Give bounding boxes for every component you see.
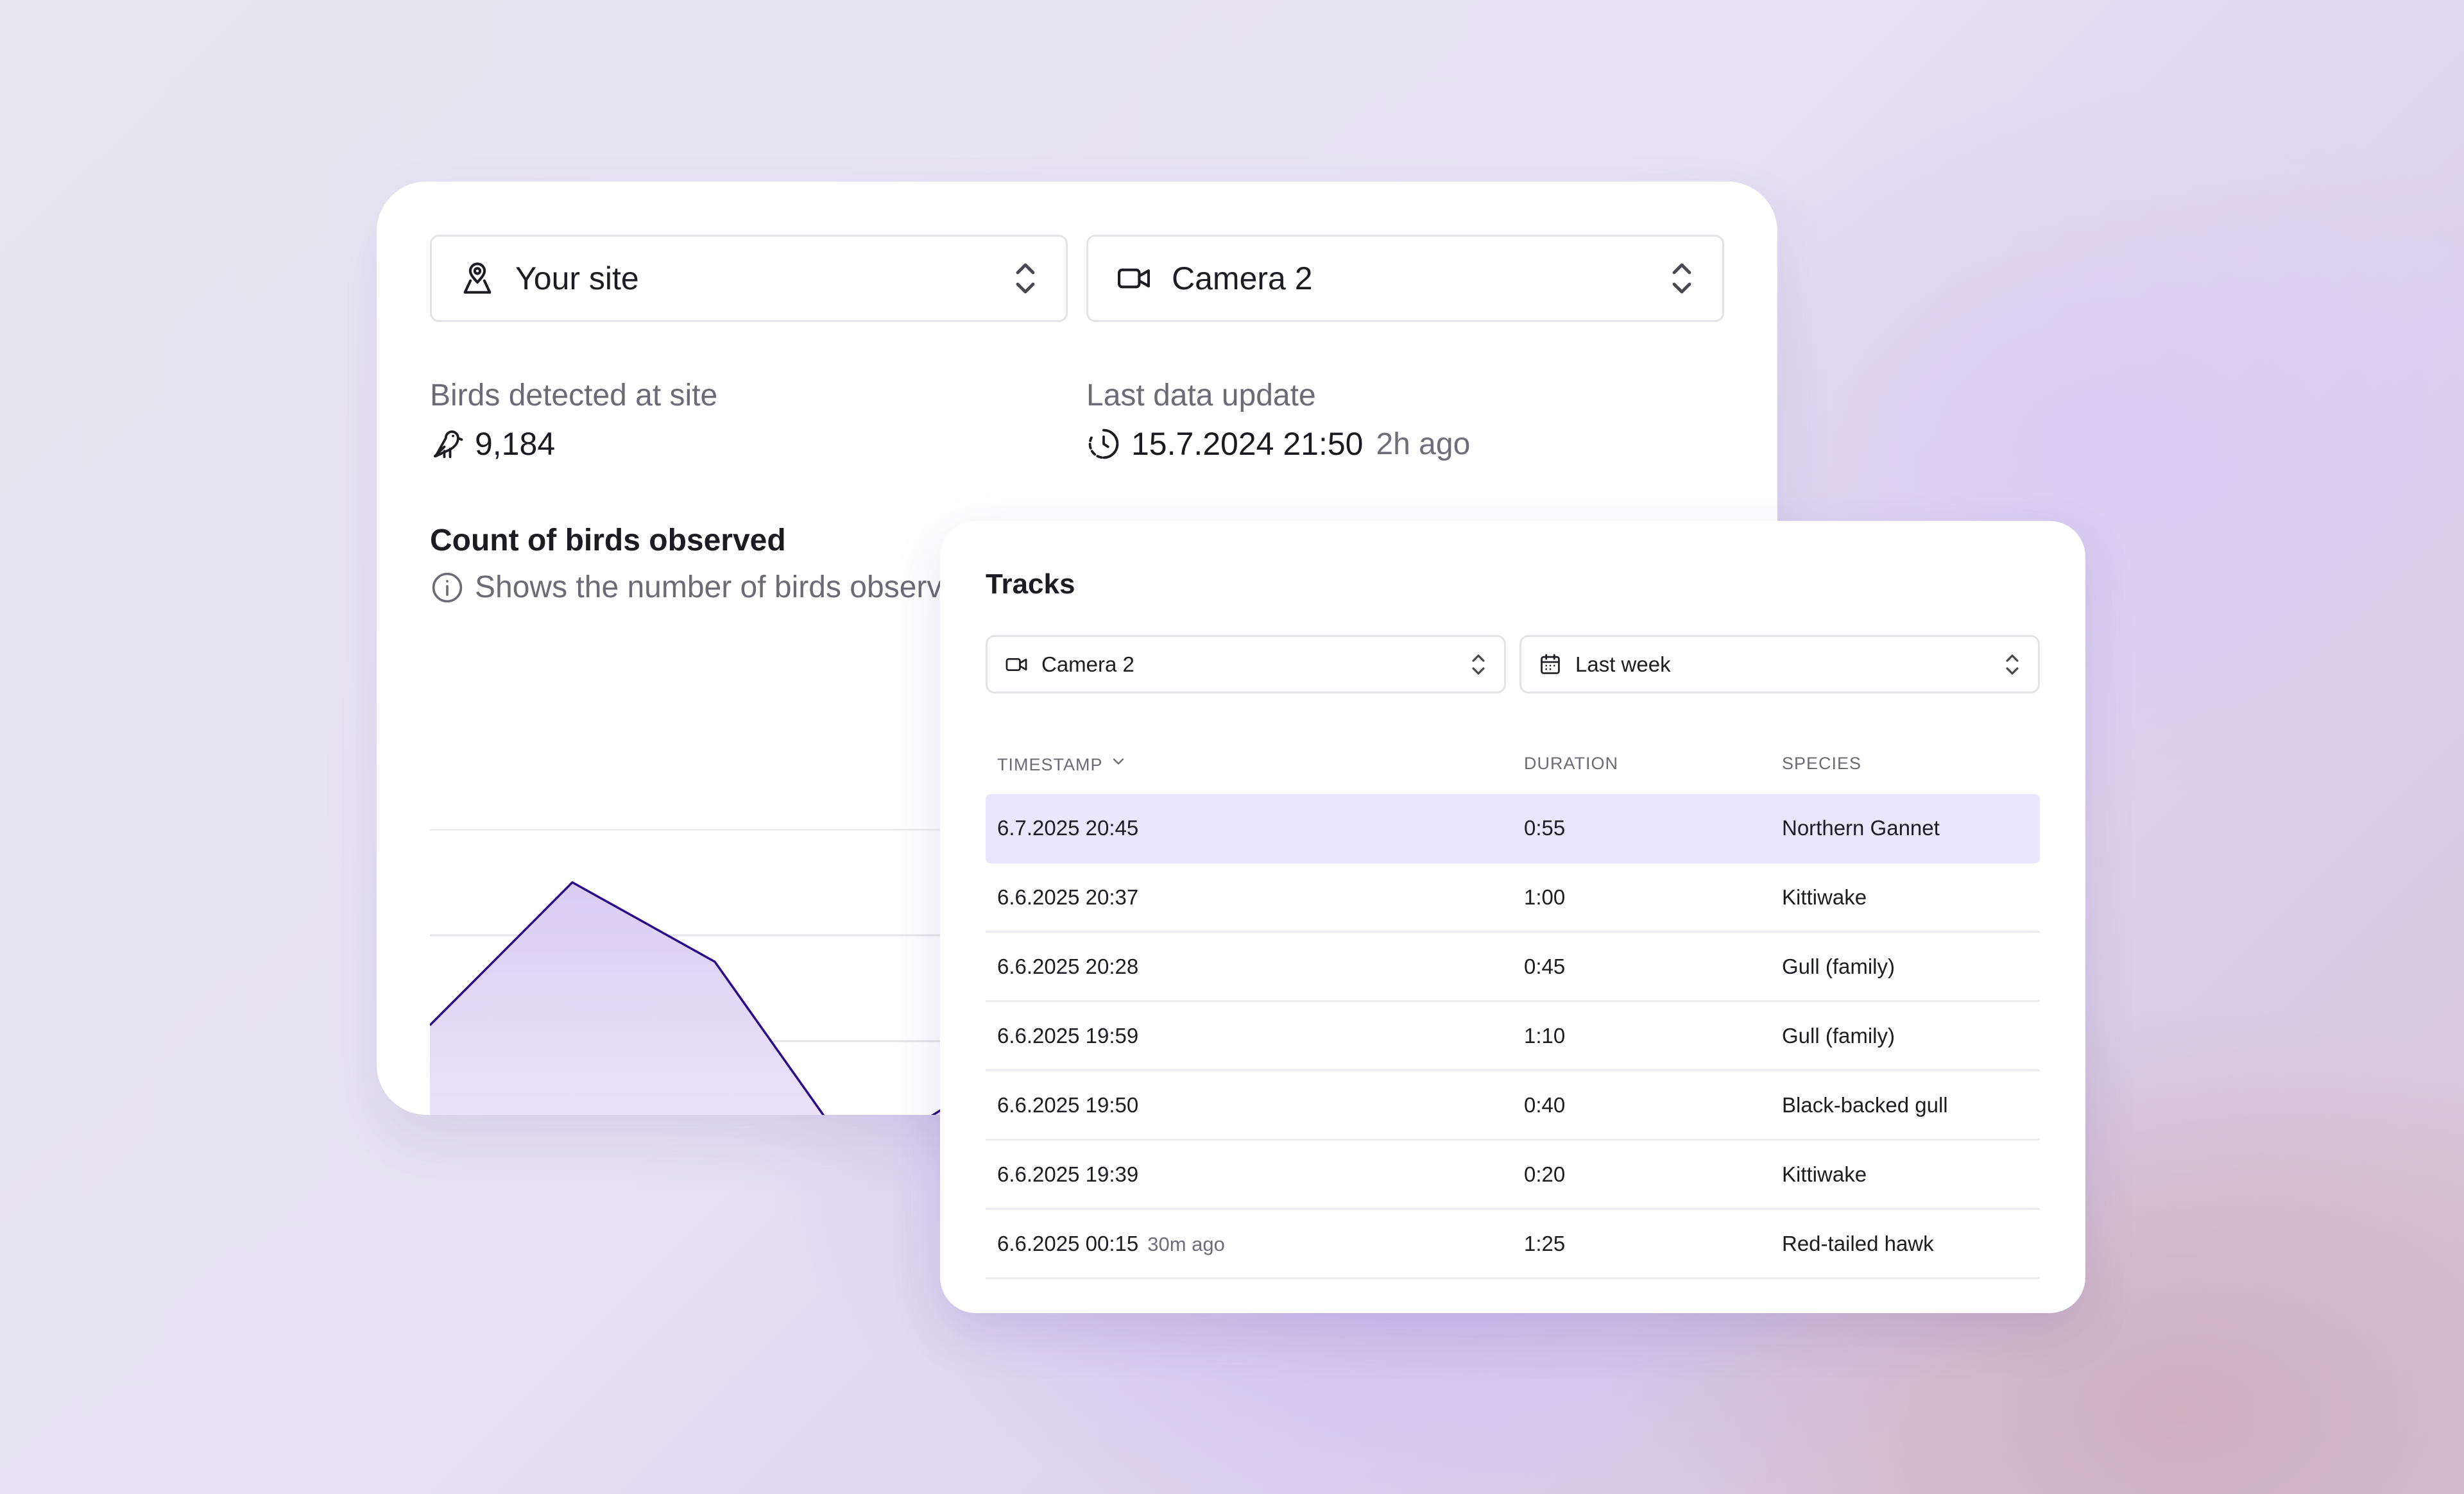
chart-area-fill	[430, 882, 1000, 1115]
cell-species: Gull (family)	[1782, 1023, 1895, 1048]
chevron-up-down-icon	[1672, 263, 1691, 294]
bird-icon	[433, 430, 463, 459]
cell-duration: 0:20	[1524, 1162, 1566, 1186]
table-row[interactable]: 6.6.2025 20:28 0:45 Gull (family)	[986, 933, 2040, 1002]
cell-species: Black-backed gull	[1782, 1092, 1948, 1117]
camera-select-label: Camera 2	[1172, 260, 1313, 296]
table-row[interactable]: 6.6.2025 00:15 30m ago 1:25 Red-tailed h…	[986, 1210, 2040, 1279]
chevron-down-icon	[1113, 758, 1124, 765]
birds-detected-value: 9,184	[430, 425, 555, 463]
table-row[interactable]: 6.6.2025 19:50 0:40 Black-backed gull	[986, 1071, 2040, 1141]
site-select-label: Your site	[515, 260, 639, 296]
timestamp-text: 6.6.2025 00:15	[997, 1231, 1139, 1255]
clock-icon	[1088, 429, 1119, 459]
chart-title: Count of birds observed	[430, 523, 786, 557]
chart-subtitle-text: Shows the number of birds observed	[475, 570, 977, 604]
calendar-icon	[1541, 654, 1560, 674]
table-row[interactable]: 6.6.2025 20:37 1:00 Kittiwake	[986, 863, 2040, 933]
birds-detected-label: Birds detected at site	[430, 378, 718, 412]
cell-duration: 1:25	[1524, 1231, 1566, 1255]
cell-species: Kittiwake	[1782, 885, 1867, 909]
cell-duration: 1:00	[1524, 885, 1566, 909]
cell-timestamp: 6.6.2025 20:37	[986, 885, 1524, 910]
cell-timestamp: 6.6.2025 19:59	[986, 1024, 1524, 1048]
cell-timestamp: 6.6.2025 20:28	[986, 955, 1524, 979]
tracks-camera-select[interactable]: Camera 2	[986, 635, 1506, 693]
timestamp-text: 6.6.2025 19:50	[997, 1092, 1139, 1117]
cell-timestamp: 6.6.2025 19:50	[986, 1093, 1524, 1117]
column-header-timestamp[interactable]: TIMESTAMP	[986, 752, 1524, 775]
column-header-timestamp-label: TIMESTAMP	[997, 754, 1103, 774]
timestamp-relative: 30m ago	[1147, 1232, 1225, 1255]
chevron-up-down-icon	[1016, 263, 1035, 294]
tracks-card: Tracks Camera 2 Last week TIMESTAMP DURA…	[940, 521, 2085, 1313]
timestamp-text: 6.6.2025 20:37	[997, 885, 1139, 909]
site-select[interactable]: Your site	[430, 235, 1068, 322]
table-row[interactable]: 6.6.2025 19:59 1:10 Gull (family)	[986, 1002, 2040, 1071]
video-camera-icon	[1005, 658, 1027, 671]
cell-timestamp: 6.6.2025 19:39	[986, 1162, 1524, 1187]
cell-timestamp: 6.7.2025 20:45	[986, 816, 1524, 840]
cell-species: Red-tailed hawk	[1782, 1231, 1934, 1255]
timestamp-text: 6.7.2025 20:45	[997, 815, 1139, 840]
timestamp-text: 6.6.2025 20:28	[997, 954, 1139, 978]
column-header-duration[interactable]: DURATION	[1524, 754, 1782, 774]
column-header-species[interactable]: SPECIES	[1782, 754, 2040, 774]
tracks-table: TIMESTAMP DURATION SPECIES 6.7.2025 20:4…	[986, 733, 2040, 1279]
cell-duration: 1:10	[1524, 1023, 1566, 1048]
tracks-range-select[interactable]: Last week	[1519, 635, 2040, 693]
last-update-label: Last data update	[1086, 378, 1316, 412]
last-update-datetime: 15.7.2024 21:50	[1131, 426, 1364, 462]
birds-detected-count: 9,184	[475, 426, 556, 462]
table-row[interactable]: 6.6.2025 19:39 0:20 Kittiwake	[986, 1141, 2040, 1210]
cell-species: Gull (family)	[1782, 954, 1895, 978]
last-update-value: 15.7.2024 21:50 2h ago	[1086, 425, 1470, 463]
cell-species: Kittiwake	[1782, 1162, 1867, 1186]
tracks-title: Tracks	[986, 568, 1075, 600]
tracks-table-header: TIMESTAMP DURATION SPECIES	[986, 733, 2040, 794]
chevron-up-down-icon	[2006, 654, 2019, 675]
timestamp-text: 6.6.2025 19:59	[997, 1023, 1139, 1048]
table-row[interactable]: 6.7.2025 20:45 0:55 Northern Gannet	[986, 794, 2040, 863]
camera-select[interactable]: Camera 2	[1086, 235, 1724, 322]
info-icon	[432, 572, 463, 602]
chevron-up-down-icon	[1472, 654, 1485, 675]
cell-duration: 0:55	[1524, 815, 1566, 840]
tracks-range-label: Last week	[1575, 652, 1671, 676]
cell-species: Northern Gannet	[1782, 815, 1940, 840]
tracks-camera-label: Camera 2	[1041, 652, 1134, 676]
chart-subtitle: Shows the number of birds observed	[430, 570, 977, 605]
last-update-relative: 2h ago	[1376, 427, 1471, 461]
map-pin-icon	[463, 262, 492, 294]
cell-duration: 0:45	[1524, 954, 1566, 978]
video-camera-icon	[1117, 268, 1151, 289]
cell-timestamp: 6.6.2025 00:15 30m ago	[986, 1232, 1524, 1256]
timestamp-text: 6.6.2025 19:39	[997, 1162, 1139, 1186]
cell-duration: 0:40	[1524, 1092, 1566, 1117]
